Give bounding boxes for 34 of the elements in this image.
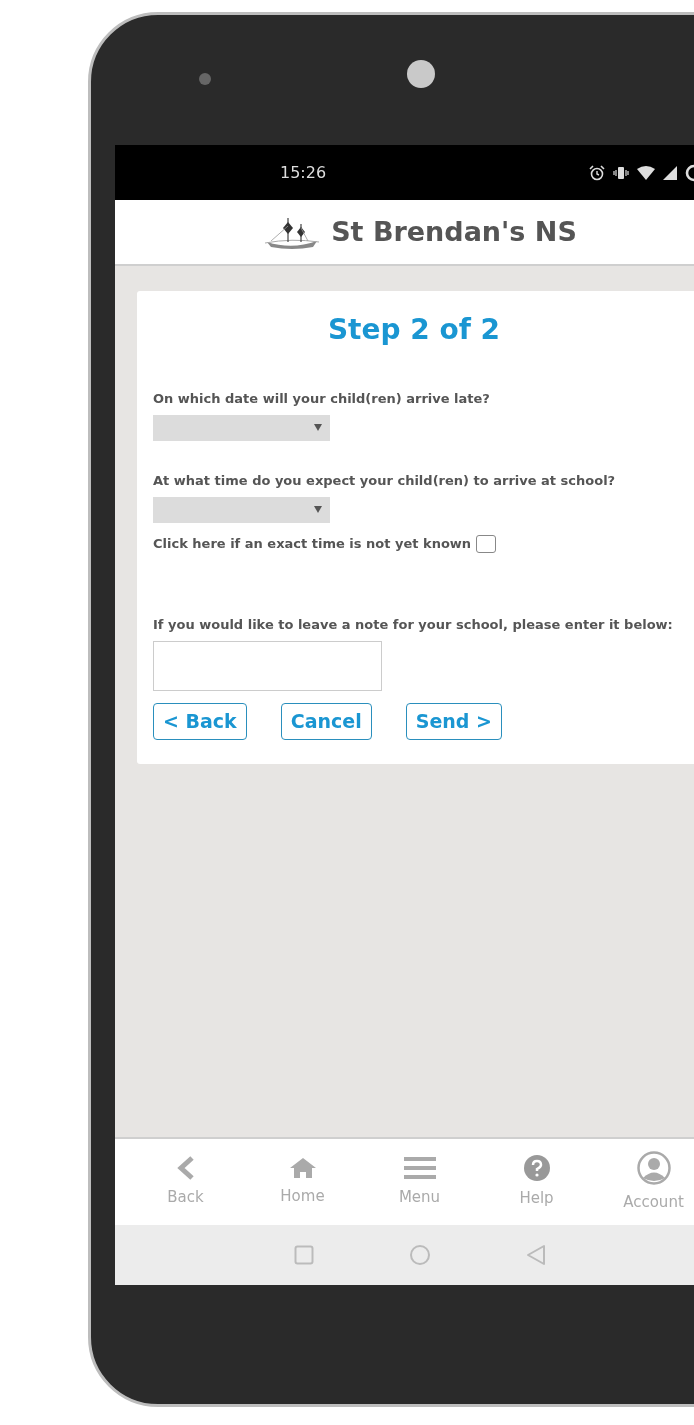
camera-dot bbox=[199, 73, 211, 85]
user-icon bbox=[636, 1150, 671, 1185]
caret-icon bbox=[314, 506, 322, 514]
nav-tab[interactable]: Help bbox=[478, 1139, 595, 1225]
alarm-icon bbox=[589, 164, 605, 181]
caret-icon bbox=[314, 424, 322, 432]
dropdown-field[interactable] bbox=[153, 415, 330, 442]
dropdown-field[interactable] bbox=[153, 497, 330, 524]
vibrate-icon bbox=[613, 164, 629, 181]
checkbox[interactable] bbox=[476, 534, 497, 553]
field-label: If you would like to leave a note for your school, please enter it below: bbox=[153, 616, 674, 635]
square-icon[interactable] bbox=[294, 1245, 314, 1265]
nav-tab[interactable]: Back bbox=[127, 1139, 244, 1225]
wifi-icon bbox=[637, 165, 655, 180]
cancel-button[interactable]: Cancel bbox=[280, 703, 372, 740]
speaker-circle bbox=[407, 60, 435, 88]
app-title: St Brendan's NS bbox=[331, 214, 577, 249]
back-triangle-icon[interactable] bbox=[526, 1244, 546, 1266]
checkbox-label: Click here if an exact time is not yet known bbox=[153, 536, 472, 552]
step-heading: Step 2 of 2 bbox=[326, 312, 502, 348]
back-button[interactable]: < Back bbox=[153, 703, 247, 740]
nav-tab[interactable]: Home bbox=[244, 1139, 361, 1225]
circle-icon[interactable] bbox=[409, 1244, 431, 1266]
note-field[interactable] bbox=[153, 641, 382, 692]
status-time: 15:26 bbox=[280, 161, 327, 184]
signal-icon bbox=[663, 165, 677, 180]
send-button[interactable]: Send > bbox=[405, 703, 502, 740]
chevron-left-icon bbox=[175, 1155, 196, 1180]
nav-tab[interactable]: Account bbox=[595, 1139, 694, 1225]
field-label: At what time do you expect your child(ren) to arrive at school? bbox=[153, 472, 617, 491]
menu-icon bbox=[403, 1155, 436, 1180]
nav-tab[interactable]: Menu bbox=[361, 1139, 478, 1225]
help-icon bbox=[523, 1154, 550, 1181]
field-label: On which date will your child(ren) arrive late? bbox=[153, 390, 491, 408]
